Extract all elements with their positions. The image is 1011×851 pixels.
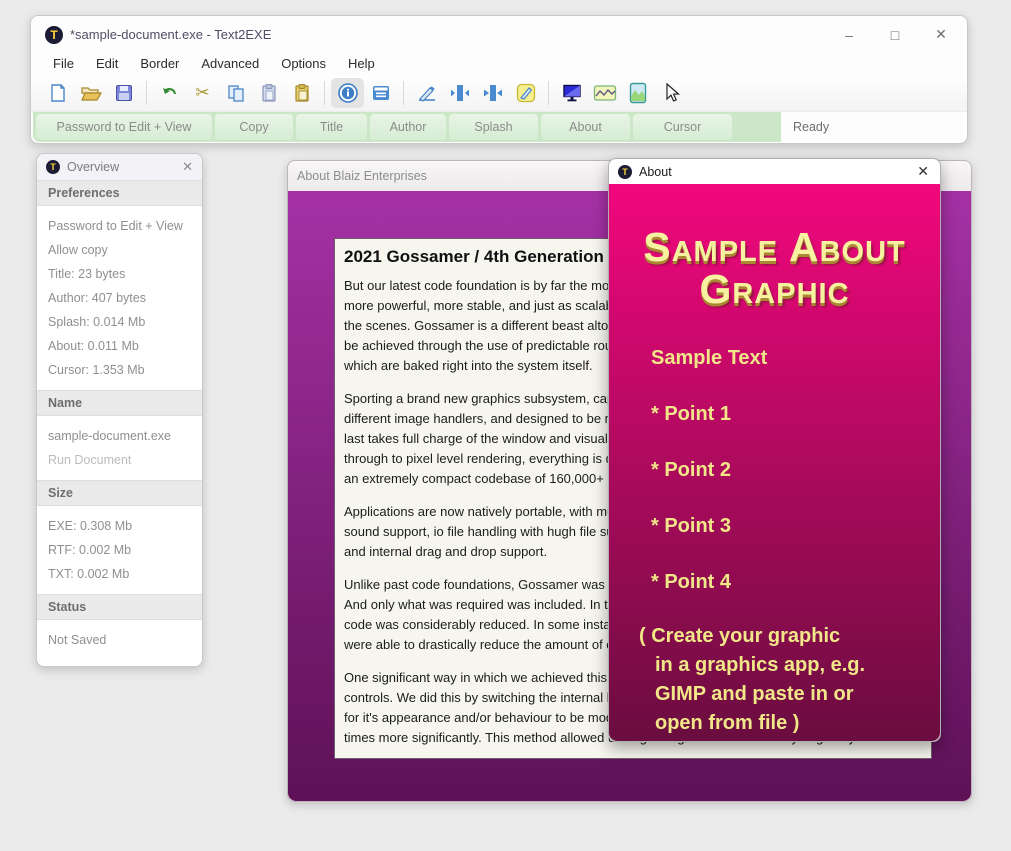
app-logo-icon: T	[46, 160, 60, 174]
overview-item[interactable]: EXE: 0.308 Mb	[37, 514, 202, 538]
summary-icon[interactable]	[364, 78, 397, 108]
graphic-title-line2: Graphic	[609, 268, 940, 310]
menu-item[interactable]: Edit	[85, 56, 129, 71]
section-header: Name	[37, 390, 202, 416]
cut-icon[interactable]: ✂	[186, 78, 219, 108]
save-icon[interactable]	[107, 78, 140, 108]
section-header: Preferences	[37, 180, 202, 206]
undo-icon[interactable]	[153, 78, 186, 108]
toolbar-separator	[403, 81, 404, 105]
collapse-width-icon[interactable]	[443, 78, 476, 108]
tab-button[interactable]: Cursor	[633, 114, 732, 140]
window-title: *sample-document.exe - Text2EXE	[70, 27, 271, 42]
toolbar-separator	[548, 81, 549, 105]
about-point: * Point 4	[651, 571, 940, 594]
tab-strip: Password to Edit + ViewCopyTitleAuthorSp…	[33, 112, 781, 142]
overview-title: Overview	[67, 160, 119, 174]
overview-item[interactable]: Title: 23 bytes	[37, 262, 202, 286]
about-point: * Point 1	[651, 403, 940, 426]
menu-item[interactable]: File	[53, 56, 85, 71]
splash-image-icon[interactable]	[588, 78, 621, 108]
menubar: FileEditBorderAdvancedOptionsHelp	[31, 53, 967, 74]
menu-item[interactable]: Options	[270, 56, 337, 71]
overview-titlebar[interactable]: T Overview ✕	[37, 154, 202, 180]
app-logo-icon: T	[618, 165, 632, 179]
overview-section-size: Size EXE: 0.308 MbRTF: 0.002 MbTXT: 0.00…	[37, 480, 202, 594]
tab-button[interactable]: About	[541, 114, 630, 140]
about-point: * Point 2	[651, 459, 940, 482]
about-window-title: About	[639, 165, 672, 179]
close-button[interactable]: ✕	[933, 26, 949, 43]
cursor-icon[interactable]	[654, 78, 687, 108]
tab-row: Password to Edit + ViewCopyTitleAuthorSp…	[31, 111, 967, 142]
tab-button[interactable]: Title	[296, 114, 367, 140]
overview-panel: T Overview ✕ Preferences Password to Edi…	[36, 153, 203, 667]
toolbar: ✂	[31, 74, 967, 111]
expand-width-icon[interactable]	[476, 78, 509, 108]
overview-item[interactable]: Password to Edit + View	[37, 214, 202, 238]
new-document-icon[interactable]	[41, 78, 74, 108]
graphic-title-line1: Sample About	[609, 226, 940, 268]
draw-line-icon[interactable]	[410, 78, 443, 108]
about-image-icon[interactable]	[621, 78, 654, 108]
overview-item[interactable]: RTF: 0.002 Mb	[37, 538, 202, 562]
section-header: Size	[37, 480, 202, 506]
edit-icon[interactable]	[509, 78, 542, 108]
minimize-button[interactable]: –	[841, 27, 857, 43]
menu-item[interactable]: Border	[129, 56, 190, 71]
overview-item[interactable]: Run Document	[37, 448, 202, 472]
about-note-line: ( Create your graphic	[639, 623, 940, 650]
about-window: T About ✕ Sample About Graphic Sample Te…	[608, 158, 941, 742]
menu-item[interactable]: Advanced	[190, 56, 270, 71]
overview-item[interactable]: Cursor: 1.353 Mb	[37, 358, 202, 382]
overview-close-icon[interactable]: ✕	[182, 159, 193, 175]
open-file-icon[interactable]	[74, 78, 107, 108]
tab-button[interactable]: Splash	[449, 114, 538, 140]
app-logo-icon: T	[45, 26, 63, 44]
overview-item[interactable]: Allow copy	[37, 238, 202, 262]
monitor-icon[interactable]	[555, 78, 588, 108]
status-text: Ready	[781, 112, 829, 142]
about-point: * Point 3	[651, 515, 940, 538]
overview-item[interactable]: Author: 407 bytes	[37, 286, 202, 310]
blaiz-window-title: About Blaiz Enterprises	[297, 169, 427, 183]
overview-section-name: Name sample-document.exeRun Document	[37, 390, 202, 480]
paste-icon[interactable]	[252, 78, 285, 108]
overview-item[interactable]: Not Saved	[37, 628, 202, 652]
paste-text-icon[interactable]	[285, 78, 318, 108]
about-note-line: GIMP and paste in or	[655, 681, 940, 708]
main-window: T *sample-document.exe - Text2EXE – □ ✕ …	[30, 15, 968, 144]
overview-section-status: Status Not Saved	[37, 594, 202, 660]
tab-button[interactable]: Copy	[215, 114, 293, 140]
main-titlebar[interactable]: T *sample-document.exe - Text2EXE – □ ✕	[31, 16, 967, 53]
toolbar-separator	[146, 81, 147, 105]
about-titlebar[interactable]: T About ✕	[609, 159, 940, 184]
toolbar-separator	[324, 81, 325, 105]
tab-button[interactable]: Author	[370, 114, 446, 140]
section-header: Status	[37, 594, 202, 620]
overview-item[interactable]: About: 0.011 Mb	[37, 334, 202, 358]
overview-item[interactable]: sample-document.exe	[37, 424, 202, 448]
about-close-icon[interactable]: ✕	[917, 163, 929, 180]
about-graphic-title: Sample About Graphic	[609, 226, 940, 310]
menu-item[interactable]: Help	[337, 56, 386, 71]
overview-item[interactable]: Splash: 0.014 Mb	[37, 310, 202, 334]
tab-button[interactable]: Password to Edit + View	[36, 114, 212, 140]
overview-item[interactable]: TXT: 0.002 Mb	[37, 562, 202, 586]
overview-section-preferences: Preferences Password to Edit + ViewAllow…	[37, 180, 202, 390]
maximize-button[interactable]: □	[887, 27, 903, 43]
about-graphic: Sample About Graphic Sample Text * Point…	[609, 184, 940, 741]
info-icon[interactable]	[331, 78, 364, 108]
about-note-line: in a graphics app, e.g.	[655, 652, 940, 679]
about-note-line: open from file )	[655, 710, 940, 737]
copy-icon[interactable]	[219, 78, 252, 108]
about-sample-text: Sample Text	[651, 347, 940, 370]
